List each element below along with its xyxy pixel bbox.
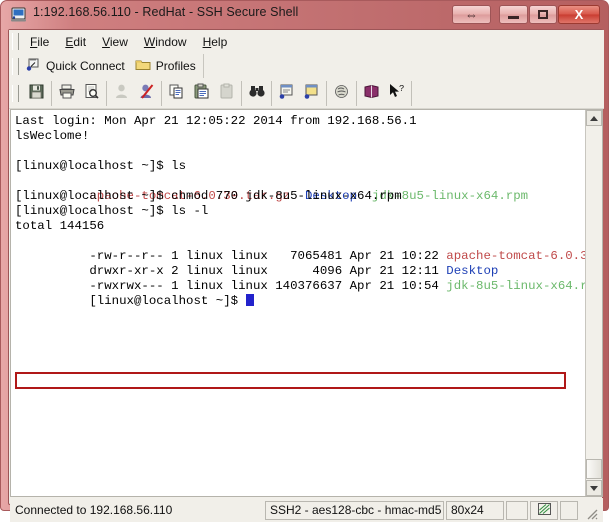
status-blank-1 — [506, 500, 528, 520]
context-help-button[interactable]: ? — [384, 82, 409, 106]
connectbar-grip[interactable] — [12, 57, 19, 75]
arrow-up-icon — [590, 115, 598, 121]
paste-icon — [193, 83, 210, 105]
new-window-button[interactable] — [299, 82, 324, 106]
terminal-cursor — [245, 294, 254, 306]
terminal-scrollbar[interactable] — [585, 110, 602, 496]
toolbar-group-file — [22, 81, 52, 106]
terminal-line: Last login: Mon Apr 21 12:05:22 2014 fro… — [15, 114, 417, 128]
profiles-label: Profiles — [155, 59, 196, 73]
terminal-line: total 144156 — [15, 219, 105, 233]
status-terminal-size: 80x24 — [446, 500, 504, 520]
help-book-button[interactable] — [359, 82, 384, 106]
help-book-icon — [363, 83, 380, 105]
quick-connect-button[interactable]: Quick Connect — [22, 55, 132, 77]
menu-bar: File Edit View Window Help — [9, 30, 604, 53]
terminal-app-icon — [10, 6, 27, 23]
find-icon — [248, 83, 266, 105]
client-area: File Edit View Window Help Quick Connect… — [8, 29, 604, 522]
title-bar[interactable]: 1:192.168.56.110 - RedHat - SSH Secure S… — [1, 1, 609, 29]
maximize-button[interactable] — [529, 5, 557, 24]
minimize-icon — [508, 16, 519, 19]
status-bar: Connected to 192.168.56.110 SSH2 - aes12… — [10, 498, 603, 522]
toolbar-group-help: ? — [357, 81, 412, 106]
ssh-secure-shell-window: 1:192.168.56.110 - RedHat - SSH Secure S… — [0, 0, 609, 522]
toolbar-group-print — [52, 81, 107, 106]
save-button[interactable] — [24, 82, 49, 106]
menu-grip[interactable] — [12, 33, 19, 50]
quick-connect-panel: Quick Connect Profiles — [22, 54, 204, 78]
arrow-down-icon — [590, 485, 598, 491]
paste-disabled-icon — [218, 83, 235, 105]
print-preview-icon — [83, 83, 100, 105]
context-help-icon: ? — [388, 83, 406, 105]
terminal-panel: Last login: Mon Apr 21 12:05:22 2014 fro… — [10, 109, 603, 497]
toolbar-group-keys — [327, 81, 357, 106]
connect-icon — [25, 57, 41, 76]
window-title: 1:192.168.56.110 - RedHat - SSH Secure S… — [33, 5, 299, 19]
toolbar-group-connection — [107, 81, 162, 106]
terminal-line: [linux@localhost ~]$ ls — [15, 159, 187, 173]
disconnect-icon — [113, 83, 130, 105]
terminal-line: lsWeclome! — [15, 129, 90, 143]
connect-bar: Quick Connect Profiles — [9, 53, 604, 79]
save-icon — [28, 83, 45, 105]
status-cipher: SSH2 - aes128-cbc - hmac-md5 — [265, 500, 444, 520]
close-button[interactable]: X — [558, 5, 600, 24]
scroll-down-button[interactable] — [586, 480, 602, 496]
terminal-line: [linux@localhost ~]$ ls -l — [15, 204, 209, 218]
connect-icon — [138, 83, 155, 105]
keygen-icon — [333, 83, 350, 105]
terminal-output[interactable]: Last login: Mon Apr 21 12:05:22 2014 fro… — [11, 110, 586, 496]
terminal-line: -rw-r--r-- 1 linux linux 7065481 Apr 21 … — [89, 249, 586, 263]
terminal-line: apache-tomcat-6.0.39.tar.gz Desktop jdk-… — [89, 189, 529, 203]
status-blank-2 — [560, 500, 578, 520]
settings-window-button[interactable] — [274, 82, 299, 106]
paste-button[interactable] — [189, 82, 214, 106]
new-window-icon — [303, 83, 320, 105]
toolbar-grip[interactable] — [12, 85, 19, 102]
icon-toolbar: ? — [9, 79, 604, 109]
paste-disabled-button — [214, 82, 239, 106]
keygen-button[interactable] — [329, 82, 354, 106]
scroll-up-button[interactable] — [586, 110, 602, 126]
menu-edit[interactable]: Edit — [57, 33, 94, 51]
encryption-icon — [537, 502, 552, 519]
menu-view[interactable]: View — [94, 33, 136, 51]
connect-button[interactable] — [134, 82, 159, 106]
copy-icon — [168, 83, 185, 105]
toolbar-group-find — [242, 81, 272, 106]
swap-window-button[interactable]: ⇔ — [452, 5, 491, 24]
swap-icon: ⇔ — [465, 7, 478, 22]
print-button[interactable] — [54, 82, 79, 106]
find-button[interactable] — [244, 82, 269, 106]
status-connection: Connected to 192.168.56.110 — [15, 503, 173, 517]
toolbar-group-windows — [272, 81, 327, 106]
menu-file[interactable]: File — [22, 33, 57, 51]
print-icon — [58, 83, 76, 105]
disconnect-button[interactable] — [109, 82, 134, 106]
menu-help[interactable]: Help — [195, 33, 236, 51]
quick-connect-label: Quick Connect — [46, 59, 125, 73]
scroll-thumb[interactable] — [586, 459, 602, 479]
close-icon: X — [574, 7, 584, 22]
resize-grip-icon[interactable] — [581, 501, 598, 520]
copy-button[interactable] — [164, 82, 189, 106]
svg-text:?: ? — [399, 84, 404, 94]
settings-window-icon — [278, 83, 295, 105]
toolbar-group-clipboard — [162, 81, 242, 106]
status-encryption-panel[interactable] — [530, 500, 558, 520]
minimize-button[interactable] — [499, 5, 528, 24]
print-preview-button[interactable] — [79, 82, 104, 106]
folder-icon — [135, 57, 151, 76]
maximize-icon — [538, 10, 548, 19]
menu-window[interactable]: Window — [136, 33, 195, 51]
profiles-button[interactable]: Profiles — [132, 55, 203, 77]
